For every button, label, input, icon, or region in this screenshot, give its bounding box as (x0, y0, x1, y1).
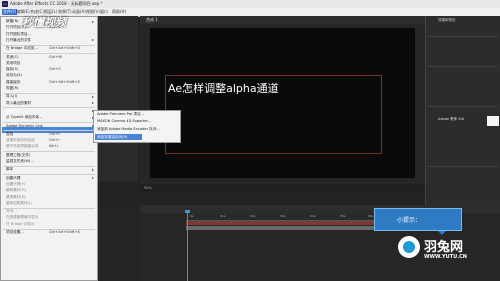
project-panel (98, 16, 138, 182)
window-title: Adobe After Effects CC 2018 - 无标题项目.aep … (10, 1, 103, 6)
menu-shortcut: Ctrl+Alt+Shift+K (49, 230, 80, 234)
file-menu-item[interactable]: 重新加载素材(L) (6, 201, 32, 206)
submenu-arrow-icon: ▸ (92, 18, 95, 24)
playhead-line[interactable] (187, 210, 188, 281)
brand-name: 羽兔网 (424, 240, 464, 255)
composition-tab[interactable]: 合成 1 (146, 17, 158, 23)
text-layer-bar[interactable] (186, 221, 376, 225)
file-menu-item[interactable]: 导出(X) (6, 109, 18, 114)
fill-color-swatch[interactable] (487, 116, 499, 126)
menu-shortcut: Ctrl+Alt+Shift+O (49, 46, 81, 51)
submenu-arrow-icon: ▸ (92, 37, 95, 43)
title-bar: Ae Adobe After Effects CC 2018 - 无标题项目.a… (0, 0, 500, 8)
menu-shortcut: Ctrl+/ (49, 138, 60, 143)
file-menu-item[interactable]: 打开团队项目... (6, 32, 31, 37)
file-menu-item[interactable]: 替换素材(E) (6, 195, 25, 200)
file-menu-item[interactable]: 许可... (6, 209, 17, 214)
file-menu-item[interactable]: 在资源管理器中显示 (6, 215, 38, 220)
file-menu-item[interactable]: 关闭项目 (6, 61, 20, 66)
timeline-tick: 02s (250, 214, 256, 218)
file-menu-item[interactable]: 将素材添加到合成 (6, 138, 35, 143)
file-menu-dropdown: 新建(N) ▸ 打开项目(O)... Ctrl+O 打开团队项目... 打开最近的文件 ▸ 在… (0, 16, 98, 281)
file-menu-item[interactable]: 保存(S) (6, 67, 18, 72)
timeline-tick: 04s (310, 214, 316, 218)
file-menu-item[interactable]: Adobe Dynamic Link (6, 124, 43, 128)
file-menu-item[interactable]: 设置代理(Y) (6, 182, 25, 187)
viewer-controls-bar: 50% (140, 185, 425, 192)
submenu-arrow-icon: ▸ (92, 166, 95, 172)
file-menu-item[interactable]: 项目设置... (6, 230, 24, 235)
submenu-arrow-icon: ▸ (92, 175, 95, 181)
file-menu-item[interactable]: 导入最近的素材 (6, 101, 31, 106)
export-render-queue-item[interactable]: 添加到渲染队列(R) (97, 135, 127, 140)
hint-box: 小提示： (374, 208, 462, 231)
file-menu-item[interactable]: 从 Typekit 添加字体... (6, 115, 42, 120)
hint-text: 小提示： (397, 217, 422, 224)
menu-animation[interactable]: 动画(A) (72, 9, 86, 15)
file-menu-item[interactable]: 新建(N) (6, 19, 19, 24)
effects-presets-label: 效果和预设 (438, 18, 456, 22)
file-menu-item[interactable]: 恢复(R) (6, 86, 19, 91)
menu-shortcut: Ctrl+F (49, 131, 61, 136)
timeline-tick: 05s (340, 214, 346, 218)
file-menu-item[interactable]: 监视文件夹(W)... (6, 159, 34, 164)
menu-view[interactable]: 视图(V) (86, 9, 100, 15)
menu-shortcut: Ctrl+W (49, 54, 62, 59)
file-menu-item[interactable]: 在 Bridge 中浏览... (6, 46, 38, 51)
menu-shortcut: Ctrl+Alt+Shift+S (49, 79, 80, 84)
menu-separator (3, 165, 95, 167)
file-menu-item[interactable]: 关闭(C) (6, 55, 19, 60)
yutu-logo-inner (403, 241, 415, 253)
after-effects-icon: Ae (2, 1, 8, 7)
hint-pointer (438, 231, 446, 235)
export-submenu: Adobe Premiere Pro 项目... MAXON Cinema 4D… (93, 110, 181, 143)
text-layer-content[interactable]: Ae怎样调整alpha通道 (168, 80, 279, 96)
menu-shortcut: Alt+\ (49, 144, 59, 149)
right-panels: 效果和预设 Adobe 黑体 Std (425, 16, 500, 206)
menu-window[interactable]: 窗口 (100, 9, 108, 15)
export-media-encoder-item[interactable]: 添加到 Adobe Media Encoder 队列... (97, 127, 160, 132)
font-name-field[interactable]: Adobe 黑体 Std (438, 117, 464, 122)
menu-shortcut: Ctrl+S (49, 67, 61, 72)
file-menu-item[interactable]: 在 Bridge 中显示 (6, 222, 34, 227)
video-watermark-logo: 秒懂视频 (22, 16, 66, 29)
file-menu-item[interactable]: 另存为(S) (6, 73, 22, 78)
file-menu-item[interactable]: 查找 (6, 132, 13, 137)
file-menu-item[interactable]: 解释素材(G) (6, 188, 26, 193)
timeline-tick: 03s (280, 214, 286, 218)
export-premiere-item[interactable]: Adobe Premiere Pro 项目... (97, 112, 144, 117)
menu-help[interactable]: 帮助(H) (112, 9, 126, 15)
solid-layer-bar[interactable] (186, 226, 376, 230)
submenu-arrow-icon: ▸ (92, 100, 95, 106)
timeline-layer-list (98, 205, 140, 281)
export-cinema4d-item[interactable]: MAXON Cinema 4D Exporter... (97, 119, 151, 123)
timeline-tick: 06s (368, 214, 374, 218)
submenu-arrow-icon: ▸ (92, 93, 95, 99)
viewer-zoom[interactable]: 50% (144, 186, 152, 190)
timeline-tick: 01s (220, 214, 226, 218)
timeline-tick: 0s (190, 214, 194, 218)
file-menu-item[interactable]: 创建代理 (6, 176, 20, 181)
file-menu-item[interactable]: 增量保存 (6, 80, 20, 85)
brand-url: WWW.YUTU.CN (424, 254, 467, 260)
file-menu-item[interactable]: 整理工程(文件) (6, 153, 30, 158)
file-menu-item[interactable]: 脚本 (6, 167, 13, 172)
file-menu-item[interactable]: 导入(I) (6, 94, 17, 99)
file-menu-item[interactable]: 打开最近的文件 (6, 38, 31, 43)
file-menu-item[interactable]: 基于所选项新建合成 (6, 144, 38, 149)
